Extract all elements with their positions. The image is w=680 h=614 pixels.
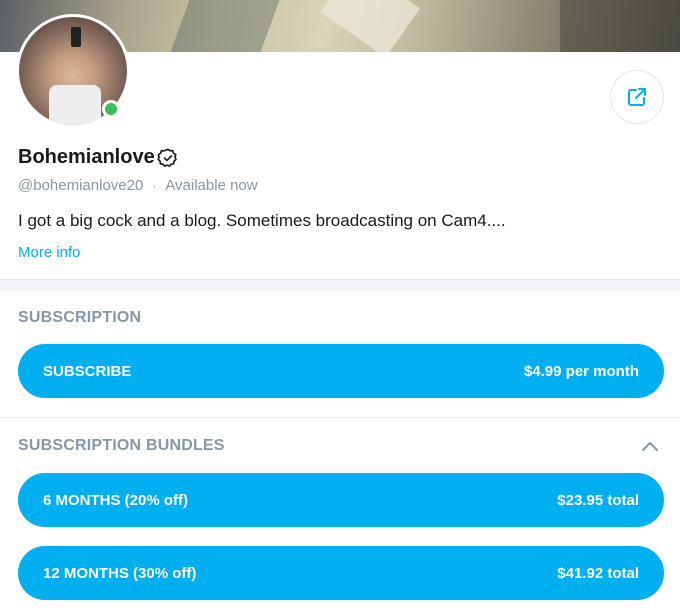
chevron-up-icon bbox=[642, 442, 658, 451]
more-info-link[interactable]: More info bbox=[18, 244, 81, 261]
bundle-label: 12 MONTHS (30% off) bbox=[43, 564, 197, 582]
share-button[interactable] bbox=[610, 70, 664, 124]
collapse-bundles-button[interactable] bbox=[640, 436, 660, 456]
subscribe-button-label: SUBSCRIBE bbox=[43, 362, 132, 380]
subscribe-price: $4.99 per month bbox=[523, 362, 639, 380]
handle-separator: · bbox=[152, 178, 157, 193]
bundle-price: $23.95 total bbox=[557, 491, 639, 509]
verified-badge-icon bbox=[157, 147, 179, 169]
subscription-section-title: SUBSCRIPTION bbox=[18, 309, 142, 326]
bundle-12-months-button[interactable]: 12 MONTHS (30% off) $41.92 total bbox=[18, 546, 664, 600]
bundles-section-title: SUBSCRIPTION BUNDLES bbox=[18, 437, 225, 454]
section-divider bbox=[0, 279, 680, 291]
handle-row: @bohemianlove20 · Available now bbox=[18, 177, 258, 194]
bundle-6-months-button[interactable]: 6 MONTHS (20% off) $23.95 total bbox=[18, 473, 664, 527]
profile-bio: I got a big cock and a blog. Sometimes b… bbox=[18, 211, 506, 230]
profile-name-row: Bohemianlove bbox=[18, 146, 179, 169]
bundle-price: $41.92 total bbox=[557, 564, 639, 582]
availability-status: Available now bbox=[165, 177, 258, 194]
profile-name: Bohemianlove bbox=[18, 146, 155, 168]
subscribe-button[interactable]: SUBSCRIBE $4.99 per month bbox=[18, 344, 664, 398]
share-icon bbox=[628, 88, 646, 106]
divider bbox=[0, 417, 680, 418]
profile-handle: @bohemianlove20 bbox=[18, 177, 144, 194]
online-status-dot bbox=[102, 100, 120, 118]
bundle-label: 6 MONTHS (20% off) bbox=[43, 491, 189, 509]
